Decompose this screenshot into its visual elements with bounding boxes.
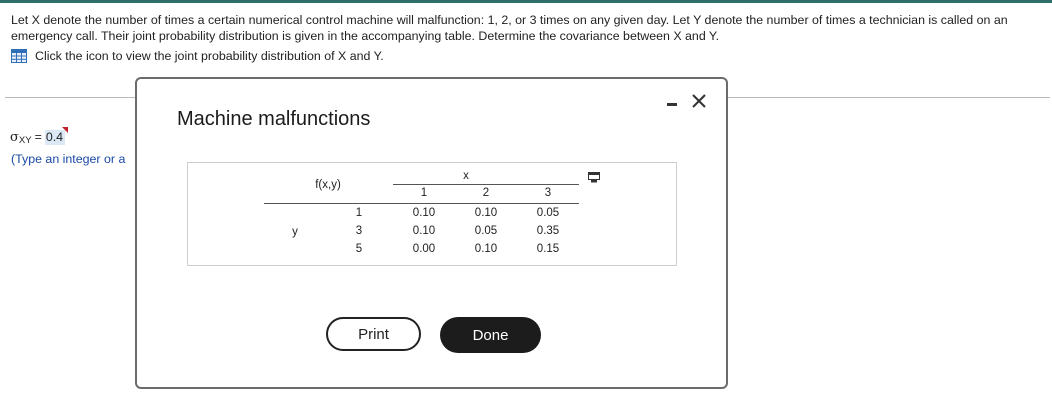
minimize-icon [667,103,677,106]
question-text: Let X denote the number of times a certa… [11,13,1008,43]
table-cell: 0.10 [474,243,498,255]
table-cell: 0.10 [474,207,498,219]
header-divider [393,184,579,185]
divider [5,97,136,98]
print-button[interactable]: Print [326,317,421,351]
answer-input[interactable]: 0.4 [44,127,69,145]
x-value: 1 [420,187,428,199]
x-value: 3 [544,187,552,199]
body-divider [264,203,579,204]
x-value: 2 [482,187,490,199]
answer-format-hint: (Type an integer or a [11,152,126,166]
sigma-subscript: XY [18,135,32,146]
minimize-button[interactable] [664,94,680,110]
equals-sign: = [34,130,42,144]
table-cell: 0.15 [536,243,560,255]
y-value: 3 [355,225,363,237]
top-accent-bar [0,0,1052,3]
table-cell: 0.05 [536,207,560,219]
copy-icon[interactable] [588,170,600,183]
table-icon[interactable] [11,49,27,63]
dialog-title: Machine malfunctions [177,108,371,130]
table-cell: 0.35 [536,225,560,237]
corner-label: f(x,y) [315,179,341,191]
joint-distribution-dialog: Machine malfunctions f(x,y) x 1 2 3 y 1 … [135,77,728,389]
table-cell: 0.00 [412,243,436,255]
hint-line: Click the icon to view the joint probabi… [11,48,384,64]
sigma-symbol: σ [10,130,19,145]
done-button[interactable]: Done [440,317,541,353]
distribution-table: f(x,y) x 1 2 3 y 1 3 5 0.10 0.10 0.05 0.… [187,162,677,266]
close-icon [692,94,706,108]
table-cell: 0.05 [474,225,498,237]
divider [727,97,1050,98]
incorrect-flag-icon [62,127,69,133]
answer-value: 0.4 [45,130,64,144]
y-value: 5 [355,243,363,255]
y-header: y [292,226,298,238]
x-header: x [463,170,469,182]
hint-text: Click the icon to view the joint probabi… [35,49,384,63]
table-cell: 0.10 [412,207,436,219]
close-button[interactable] [689,91,709,111]
answer-row: σ XY = 0.4 [10,127,69,146]
table-cell: 0.10 [412,225,436,237]
y-value: 1 [355,207,363,219]
